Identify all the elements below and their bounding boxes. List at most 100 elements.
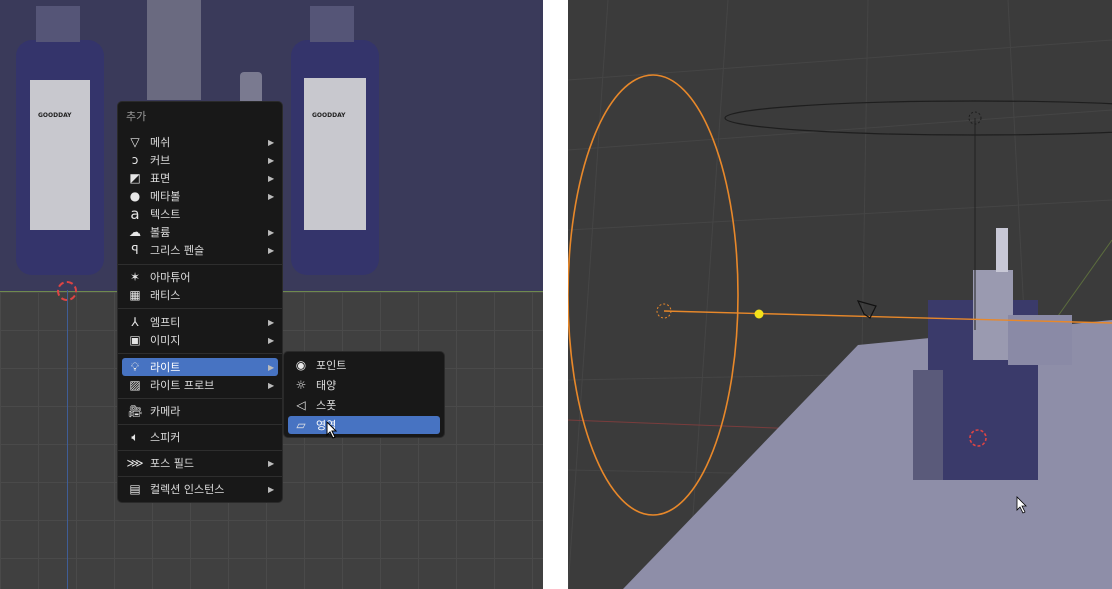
light-submenu: ◉ 포인트 ☼ 태양 ◁ 스폿 ▱ 영역: [283, 351, 445, 438]
submenu-arrow-icon: ▶: [268, 317, 275, 327]
text-icon: a: [130, 205, 140, 223]
right-3d-viewport[interactable]: [568, 0, 1112, 589]
viewport-grid: [568, 0, 1112, 589]
menu-item-label: 볼륨: [150, 226, 171, 239]
submenu-arrow-icon: ▶: [268, 137, 275, 147]
lattice-icon: ▦: [129, 288, 141, 302]
submenu-arrow-icon: ▶: [268, 245, 275, 255]
sun-light-ring: [724, 100, 1112, 136]
menu-item-light[interactable]: 💡︎ 라이트 ▶: [122, 358, 278, 376]
menu-item-image[interactable]: ▣ 이미지 ▶: [122, 331, 278, 349]
light-icon: 💡︎: [130, 359, 140, 374]
area-light-icon: ▱: [296, 418, 306, 432]
menu-item-label: 래티스: [150, 289, 181, 302]
menu-item-curve[interactable]: ↄ 커브 ▶: [122, 151, 278, 169]
camera-icon: 🎥︎: [127, 404, 143, 418]
add-menu-title: 추가: [126, 110, 147, 123]
menu-item-label: 라이트: [150, 361, 181, 374]
bottle-cap: [310, 6, 354, 42]
curve-icon: ↄ: [131, 153, 139, 167]
bottle-label-text: GOODDAY: [38, 112, 72, 119]
force-field-icon: ⋙: [126, 456, 144, 470]
menu-separator: [118, 476, 282, 477]
submenu-item-label: 태양: [316, 379, 337, 392]
camera-icon: [856, 300, 877, 319]
submenu-arrow-icon: ▶: [268, 155, 275, 165]
submenu-item-point[interactable]: ◉ 포인트: [288, 356, 440, 374]
menu-item-volume[interactable]: ☁ 볼륨 ▶: [122, 223, 278, 241]
collection-instance-icon: ▤: [129, 482, 141, 496]
bottle-center: [147, 0, 201, 100]
submenu-arrow-icon: ▶: [268, 380, 275, 390]
mouse-pointer-icon: [326, 421, 338, 439]
menu-item-label: 스피커: [150, 431, 181, 444]
submenu-item-label: 스폿: [316, 399, 337, 412]
3d-cursor-icon[interactable]: [57, 281, 77, 301]
menu-item-label: 라이트 프로브: [150, 379, 215, 392]
submenu-arrow-icon: ▶: [268, 335, 275, 345]
menu-item-mesh[interactable]: ▽ 메쉬 ▶: [122, 133, 278, 151]
light-handle[interactable]: [754, 309, 764, 319]
spot-light-icon: ◁: [296, 398, 306, 412]
menu-separator: [118, 398, 282, 399]
submenu-arrow-icon: ▶: [268, 191, 275, 201]
submenu-item-sun[interactable]: ☼ 태양: [288, 376, 440, 394]
submenu-arrow-icon: ▶: [268, 362, 275, 372]
left-3d-viewport[interactable]: GOODDAY GOODDAY 추가 ▽ 메쉬 ▶ ↄ 커브 ▶ ◩ 표면 ▶ …: [0, 0, 543, 589]
menu-item-force-field[interactable]: ⋙ 포스 필드 ▶: [122, 454, 278, 472]
submenu-arrow-icon: ▶: [268, 227, 275, 237]
menu-item-label: 이미지: [150, 334, 181, 347]
menu-item-label: 메타볼: [150, 190, 181, 203]
speaker-icon: 🔈︎: [131, 429, 139, 444]
bottle-cap: [36, 6, 80, 42]
grease-pencil-icon: ꟼ: [131, 243, 139, 257]
point-light-icon: ◉: [295, 358, 307, 372]
add-menu: 추가 ▽ 메쉬 ▶ ↄ 커브 ▶ ◩ 표면 ▶ ● 메타볼 ▶ a 텍스트 ☁ …: [117, 101, 283, 503]
menu-item-armature[interactable]: ✶ 아마튜어: [122, 268, 278, 286]
menu-item-empty[interactable]: ⅄ 엠프티 ▶: [122, 313, 278, 331]
image-icon: ▣: [129, 333, 141, 347]
bottle-label: GOODDAY: [304, 78, 366, 230]
submenu-arrow-icon: ▶: [268, 484, 275, 494]
menu-item-speaker[interactable]: 🔈︎ 스피커: [122, 428, 278, 446]
menu-separator: [118, 264, 282, 265]
menu-item-label: 그리스 펜슬: [150, 244, 205, 257]
bottle-left: GOODDAY: [16, 40, 104, 275]
bottle-right: GOODDAY: [291, 40, 379, 275]
empty-icon: ⅄: [131, 315, 139, 329]
menu-item-camera[interactable]: 🎥︎ 카메라: [122, 402, 278, 420]
menu-item-label: 카메라: [150, 405, 181, 418]
metaball-icon: ●: [129, 189, 141, 203]
menu-item-label: 엠프티: [150, 316, 181, 329]
surface-icon: ◩: [129, 171, 141, 185]
menu-item-light-probe[interactable]: ▨ 라이트 프로브 ▶: [122, 376, 278, 394]
mesh-icon: ▽: [130, 135, 140, 149]
y-axis-line: [67, 290, 68, 589]
menu-separator: [118, 353, 282, 354]
menu-item-label: 표면: [150, 172, 171, 185]
menu-item-metaball[interactable]: ● 메타볼 ▶: [122, 187, 278, 205]
submenu-item-label: 포인트: [316, 359, 347, 372]
sun-light-icon: ☼: [295, 378, 307, 392]
menu-item-lattice[interactable]: ▦ 래티스: [122, 286, 278, 304]
menu-item-surface[interactable]: ◩ 표면 ▶: [122, 169, 278, 187]
menu-item-label: 메쉬: [150, 136, 171, 149]
menu-item-label: 포스 필드: [150, 457, 194, 470]
armature-icon: ✶: [129, 270, 141, 284]
submenu-item-area[interactable]: ▱ 영역: [288, 416, 440, 434]
submenu-arrow-icon: ▶: [268, 173, 275, 183]
area-light-ring[interactable]: [568, 74, 739, 516]
menu-item-collection-instance[interactable]: ▤ 컬렉션 인스턴스 ▶: [122, 480, 278, 498]
volume-icon: ☁: [129, 225, 141, 239]
menu-separator: [118, 450, 282, 451]
submenu-arrow-icon: ▶: [268, 458, 275, 468]
menu-item-label: 아마튜어: [150, 271, 191, 284]
menu-separator: [118, 308, 282, 309]
menu-item-text[interactable]: a 텍스트: [122, 205, 278, 223]
menu-item-label: 커브: [150, 154, 171, 167]
menu-item-grease-pencil[interactable]: ꟼ 그리스 펜슬 ▶: [122, 241, 278, 259]
bottle-label: GOODDAY: [30, 80, 90, 230]
menu-separator: [118, 424, 282, 425]
submenu-item-spot[interactable]: ◁ 스폿: [288, 396, 440, 414]
bottle-label-text: GOODDAY: [312, 112, 346, 119]
